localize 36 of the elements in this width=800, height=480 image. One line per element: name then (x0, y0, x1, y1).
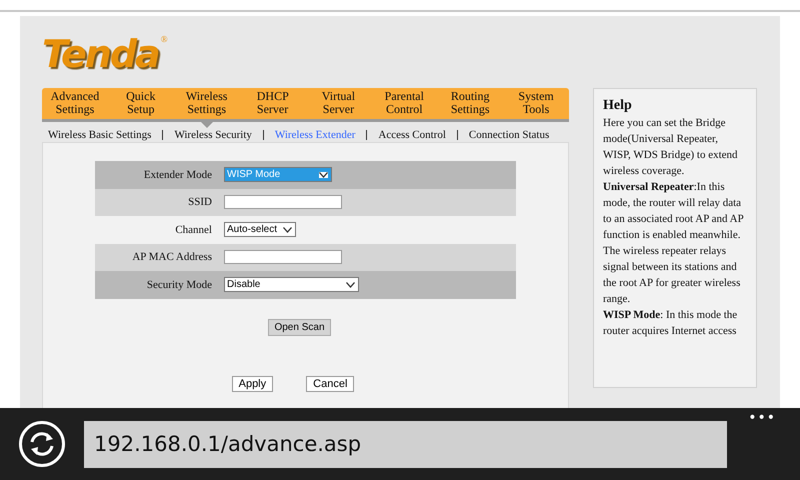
address-bar[interactable]: 192.168.0.1/advance.asp (84, 420, 727, 468)
field-label: Security Mode (146, 278, 212, 291)
input-field[interactable] (224, 195, 342, 210)
form-button[interactable]: Apply (232, 376, 274, 392)
chevron-icon (319, 172, 328, 178)
subnav-link[interactable]: Wireless Security (174, 129, 252, 141)
open-scan-button[interactable]: Open Scan (268, 318, 331, 336)
field-label: AP MAC Address (131, 251, 212, 264)
nav-tab[interactable]: Parental Control (384, 90, 424, 116)
dropdown[interactable]: Auto-select (224, 222, 296, 238)
form-button[interactable]: Cancel (306, 376, 354, 392)
nav-tab[interactable]: Wireless Settings (186, 90, 228, 116)
chevron-icon (346, 282, 355, 288)
help-title: Help (603, 97, 633, 115)
help-text: WISP Mode: In this mode the router acquires Internet access (603, 308, 738, 339)
nav-tab[interactable]: System Tools (518, 90, 554, 116)
refresh-icon[interactable] (18, 420, 66, 468)
chevron-icon (283, 226, 292, 233)
subnav-link[interactable]: Connection Status (468, 129, 550, 141)
input-field[interactable] (224, 250, 342, 264)
subnav-link[interactable]: Access Control (378, 129, 446, 141)
nav-tab[interactable]: Advanced Settings (50, 90, 100, 116)
nav-tab[interactable]: Quick Setup (126, 90, 156, 116)
help-text: Universal Repeater:In this mode, the router will relay data to an associated root AP and AP function is enabled meanwhile. The wireless repeater relays signal between its stations and the root AP for greater wireless range. (603, 180, 744, 307)
field-label: Extender Mode (142, 168, 212, 181)
help-text: Here you can set the Bridge mode(Universal Repeater, WISP, WDS Bridge) to extend wireless coverage. (603, 116, 739, 179)
nav-tab[interactable]: DHCP Server (256, 90, 288, 116)
tenda-logo: Tenda® (42, 34, 168, 78)
field-label: SSID (187, 196, 212, 208)
subnav-link[interactable]: Wireless Basic Settings (48, 129, 152, 141)
dropdown[interactable]: Disable (224, 277, 359, 292)
field-label: Channel (174, 224, 212, 236)
subnav-link[interactable]: Wireless Extender (274, 129, 356, 141)
nav-tab[interactable]: Virtual Server (322, 90, 356, 116)
more-menu[interactable]: ••• (748, 410, 776, 426)
nav-tab[interactable]: Routing Settings (450, 90, 490, 116)
